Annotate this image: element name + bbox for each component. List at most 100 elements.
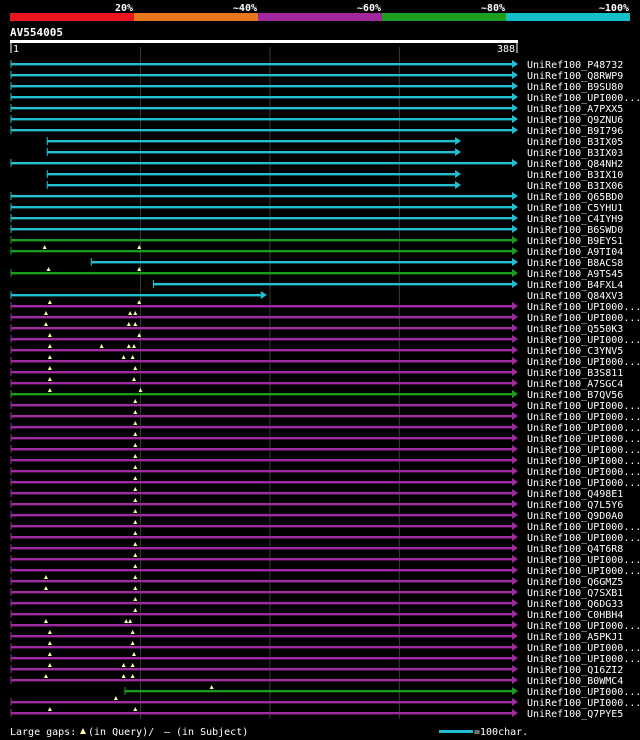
hit-label[interactable]: UniRef100_UPI000... (527, 687, 640, 698)
hit-bar[interactable] (11, 470, 512, 473)
hit-label[interactable]: UniRef100_UPI000... (527, 533, 640, 544)
hit-bar[interactable] (11, 107, 512, 110)
hit-label[interactable]: UniRef100_Q65BD0 (527, 192, 623, 203)
hit-bar[interactable] (11, 415, 512, 418)
hit-label[interactable]: UniRef100_UPI000... (527, 423, 640, 434)
hit-label[interactable]: UniRef100_B0WMC4 (527, 676, 623, 687)
hit-bar[interactable] (11, 316, 512, 319)
hit-label[interactable]: UniRef100_UPI000... (527, 478, 640, 489)
hit-label[interactable]: UniRef100_UPI000... (527, 412, 640, 423)
hit-bar[interactable] (11, 503, 512, 506)
hit-label[interactable]: UniRef100_UPI000... (527, 698, 640, 709)
hit-label[interactable]: UniRef100_A9TS45 (527, 269, 623, 280)
hit-label[interactable]: UniRef100_Q9D0A0 (527, 511, 623, 522)
hit-label[interactable]: UniRef100_C4IYH9 (527, 214, 623, 225)
hit-label[interactable]: UniRef100_B3IX03 (527, 148, 623, 159)
hit-bar[interactable] (11, 272, 512, 275)
hit-bar[interactable] (11, 85, 512, 88)
hit-label[interactable]: UniRef100_Q16ZI2 (527, 665, 623, 676)
hit-label[interactable]: UniRef100_Q8RWP9 (527, 71, 623, 82)
hit-label[interactable]: UniRef100_B9I796 (527, 126, 623, 137)
hit-bar[interactable] (11, 250, 512, 253)
hit-bar[interactable] (11, 305, 512, 308)
hit-label[interactable]: UniRef100_Q498E1 (527, 489, 623, 500)
hit-bar[interactable] (11, 635, 512, 638)
hit-bar[interactable] (47, 184, 456, 187)
hit-bar[interactable] (11, 382, 512, 385)
hit-bar[interactable] (11, 162, 512, 165)
hit-bar[interactable] (11, 404, 512, 407)
hit-label[interactable]: UniRef100_UPI000... (527, 621, 640, 632)
hit-bar[interactable] (11, 448, 512, 451)
hit-bar[interactable] (11, 228, 512, 231)
hit-label[interactable]: UniRef100_B9SU80 (527, 82, 623, 93)
hit-bar[interactable] (11, 393, 512, 396)
hit-bar[interactable] (11, 294, 261, 297)
hit-bar[interactable] (11, 547, 512, 550)
hit-label[interactable]: UniRef100_B7QV56 (527, 390, 623, 401)
hit-label[interactable]: UniRef100_C3YNV5 (527, 346, 623, 357)
hit-bar[interactable] (11, 459, 512, 462)
hit-bar[interactable] (11, 624, 512, 627)
hit-bar[interactable] (11, 360, 512, 363)
hit-label[interactable]: UniRef100_UPI000... (527, 654, 640, 665)
hit-bar[interactable] (124, 690, 512, 693)
hit-label[interactable]: UniRef100_B9EYS1 (527, 236, 623, 247)
hit-label[interactable]: UniRef100_P48732 (527, 60, 623, 71)
hit-bar[interactable] (11, 668, 512, 671)
hit-bar[interactable] (11, 206, 512, 209)
hit-label[interactable]: UniRef100_A9TI04 (527, 247, 623, 258)
hit-bar[interactable] (11, 591, 512, 594)
hit-label[interactable]: UniRef100_B4FXL4 (527, 280, 623, 291)
hit-label[interactable]: UniRef100_B8ACS8 (527, 258, 623, 269)
hit-bar[interactable] (11, 602, 512, 605)
hit-label[interactable]: UniRef100_Q7PYE5 (527, 709, 623, 720)
hit-bar[interactable] (11, 481, 512, 484)
hit-bar[interactable] (11, 63, 512, 66)
hit-label[interactable]: UniRef100_UPI000... (527, 313, 640, 324)
hit-label[interactable]: UniRef100_B3S811 (527, 368, 623, 379)
hit-label[interactable]: UniRef100_UPI000... (527, 566, 640, 577)
hit-bar[interactable] (11, 492, 512, 495)
hit-label[interactable]: UniRef100_B6SWD0 (527, 225, 623, 236)
hit-bar[interactable] (11, 558, 512, 561)
hit-label[interactable]: UniRef100_C0HBH4 (527, 610, 623, 621)
hit-bar[interactable] (11, 426, 512, 429)
hit-label[interactable]: UniRef100_Q84XV3 (527, 291, 623, 302)
hit-bar[interactable] (11, 514, 512, 517)
hit-label[interactable]: UniRef100_Q4T6R8 (527, 544, 623, 555)
hit-label[interactable]: UniRef100_Q7SXB1 (527, 588, 623, 599)
hit-label[interactable]: UniRef100_C5YHU1 (527, 203, 623, 214)
hit-label[interactable]: UniRef100_A7PXX5 (527, 104, 623, 115)
hit-label[interactable]: UniRef100_B3IX05 (527, 137, 623, 148)
hit-label[interactable]: UniRef100_B3IX10 (527, 170, 623, 181)
hit-label[interactable]: UniRef100_B3IX06 (527, 181, 623, 192)
hit-label[interactable]: UniRef100_UPI000... (527, 445, 640, 456)
hit-bar[interactable] (11, 646, 512, 649)
hit-label[interactable]: UniRef100_Q84NH2 (527, 159, 623, 170)
hit-bar[interactable] (11, 613, 512, 616)
hit-bar[interactable] (11, 118, 512, 121)
hit-label[interactable]: UniRef100_UPI000... (527, 555, 640, 566)
hit-bar[interactable] (11, 657, 512, 660)
hit-bar[interactable] (153, 283, 512, 286)
hit-label[interactable]: UniRef100_Q6GMZ5 (527, 577, 623, 588)
hit-bar[interactable] (11, 195, 512, 198)
hit-bar[interactable] (11, 74, 512, 77)
hit-label[interactable]: UniRef100_UPI000... (527, 643, 640, 654)
hit-bar[interactable] (11, 96, 512, 99)
hit-bar[interactable] (11, 129, 512, 132)
hit-bar[interactable] (11, 569, 512, 572)
hit-label[interactable]: UniRef100_UPI000... (527, 456, 640, 467)
hit-label[interactable]: UniRef100_UPI000... (527, 357, 640, 368)
hit-label[interactable]: UniRef100_UPI000... (527, 434, 640, 445)
hit-bar[interactable] (11, 371, 512, 374)
hit-label[interactable]: UniRef100_Q9ZNU6 (527, 115, 623, 126)
hit-bar[interactable] (11, 536, 512, 539)
hit-bar[interactable] (11, 580, 512, 583)
hit-bar[interactable] (11, 338, 512, 341)
hit-bar[interactable] (11, 217, 512, 220)
hit-bar[interactable] (11, 525, 512, 528)
hit-label[interactable]: UniRef100_UPI000... (527, 467, 640, 478)
hit-bar[interactable] (11, 239, 512, 242)
